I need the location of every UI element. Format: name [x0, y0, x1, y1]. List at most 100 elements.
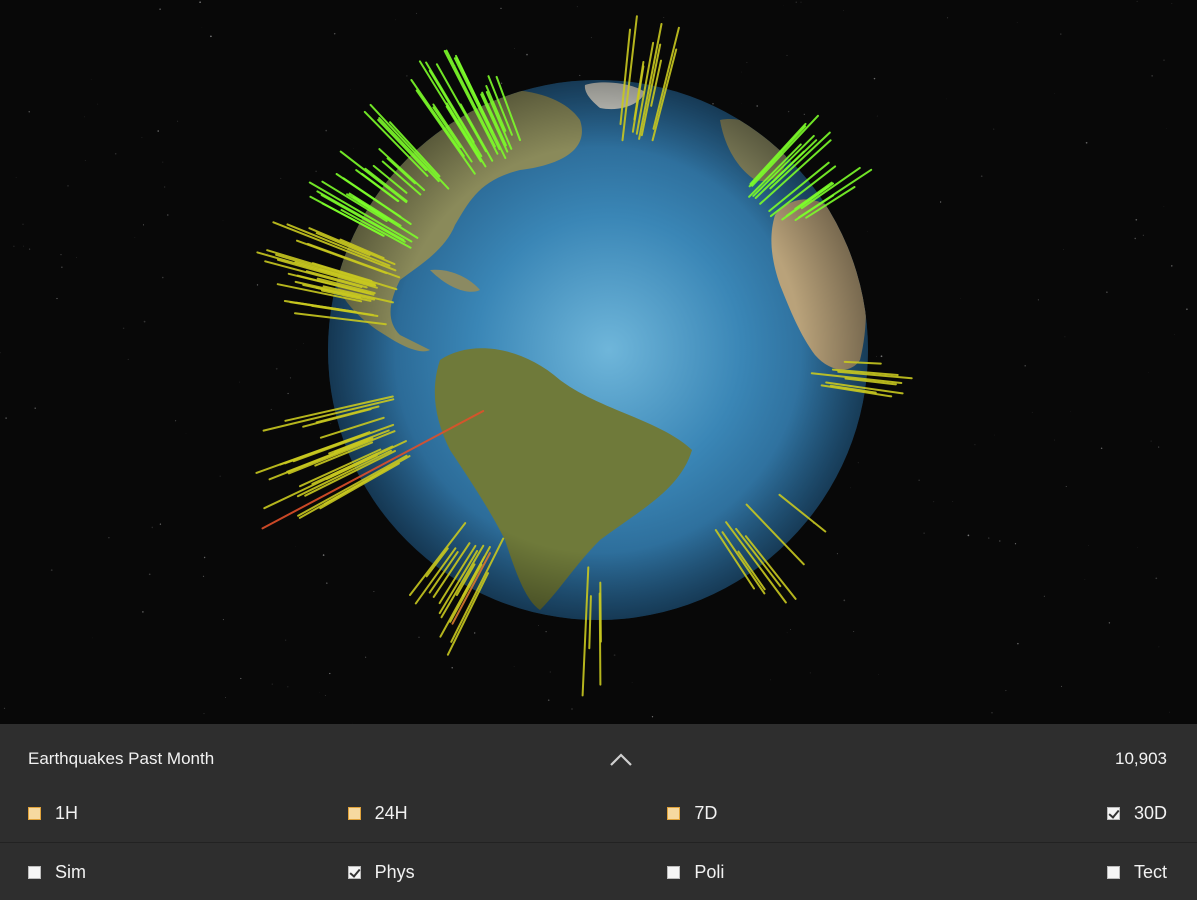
- filter-7d-label: 7D: [694, 802, 718, 823]
- layer-sim[interactable]: Sim: [28, 862, 208, 883]
- star: [974, 444, 976, 446]
- star: [296, 349, 298, 350]
- globe[interactable]: [328, 80, 868, 620]
- star: [1054, 93, 1055, 94]
- star: [576, 6, 578, 8]
- star: [1043, 595, 1045, 597]
- star: [800, 1, 802, 3]
- star: [175, 420, 177, 422]
- star: [350, 89, 351, 90]
- star: [857, 462, 859, 464]
- star: [853, 630, 855, 632]
- star: [157, 130, 159, 132]
- checkbox-7d[interactable]: [667, 806, 681, 820]
- star: [1166, 128, 1167, 129]
- star: [61, 266, 63, 268]
- star: [3, 707, 6, 710]
- star: [790, 629, 791, 630]
- star: [988, 537, 990, 539]
- star: [967, 534, 970, 537]
- star: [148, 573, 151, 576]
- layer-tect[interactable]: Tect: [987, 862, 1167, 883]
- star: [843, 10, 844, 11]
- star: [473, 632, 476, 634]
- star: [1158, 446, 1160, 448]
- checkbox-tect[interactable]: [1106, 865, 1120, 879]
- star: [285, 639, 287, 641]
- star: [1100, 447, 1103, 450]
- star: [923, 532, 925, 534]
- star: [322, 554, 325, 556]
- star: [1135, 218, 1138, 221]
- checkbox-phys[interactable]: [347, 865, 361, 879]
- star: [134, 237, 136, 238]
- checkbox-1h[interactable]: [28, 806, 41, 820]
- star: [1106, 291, 1108, 293]
- filter-7d[interactable]: 7D: [667, 803, 847, 824]
- checkbox-sim[interactable]: [28, 865, 41, 879]
- star: [1151, 75, 1153, 77]
- star: [980, 175, 983, 178]
- star: [239, 381, 240, 383]
- star: [84, 116, 85, 118]
- time-filter-row: 1H 24H 7D 30D: [0, 784, 1197, 842]
- layer-poli-label: Poli: [694, 861, 725, 882]
- star: [1017, 642, 1019, 645]
- star: [918, 479, 920, 481]
- filter-30d[interactable]: 30D: [987, 803, 1167, 824]
- star: [1150, 440, 1152, 442]
- star: [526, 53, 528, 56]
- star: [1037, 299, 1039, 301]
- star: [56, 297, 58, 300]
- star: [325, 129, 327, 132]
- star: [843, 599, 846, 602]
- star: [143, 224, 144, 226]
- control-panel: Earthquakes Past Month 10,903 1H 24H 7D …: [0, 724, 1197, 900]
- star: [373, 590, 375, 593]
- star: [590, 37, 592, 39]
- star: [127, 358, 129, 360]
- star: [1064, 336, 1066, 338]
- filter-24h[interactable]: 24H: [347, 803, 528, 824]
- layer-poli[interactable]: Poli: [667, 862, 847, 883]
- filter-1h[interactable]: 1H: [28, 803, 208, 824]
- star: [933, 501, 935, 503]
- star: [67, 185, 69, 187]
- star: [746, 62, 748, 63]
- star: [143, 320, 146, 323]
- star: [287, 392, 289, 395]
- star: [1136, 0, 1138, 2]
- star: [303, 343, 304, 344]
- star: [613, 654, 616, 656]
- star: [952, 501, 954, 502]
- checkbox-poli[interactable]: [667, 865, 681, 879]
- star: [114, 152, 117, 155]
- checkbox-24h[interactable]: [347, 806, 361, 820]
- divider: [0, 842, 1197, 843]
- star: [219, 475, 221, 477]
- star: [1060, 33, 1062, 35]
- star: [5, 417, 7, 419]
- star: [280, 177, 282, 179]
- star: [185, 432, 187, 434]
- star: [84, 160, 86, 161]
- star: [651, 716, 654, 718]
- star: [991, 712, 993, 714]
- star: [1070, 411, 1071, 412]
- globe-viewport[interactable]: [0, 0, 1197, 724]
- layer-phys-label: Phys: [374, 861, 415, 882]
- star: [256, 284, 259, 286]
- star: [50, 569, 53, 571]
- globe-canvas[interactable]: [0, 0, 1197, 724]
- star: [1171, 3, 1173, 4]
- star: [416, 12, 418, 14]
- star: [873, 77, 876, 80]
- star: [108, 536, 110, 539]
- chevron-up-icon[interactable]: [609, 750, 633, 768]
- star: [141, 137, 143, 139]
- star: [1084, 579, 1086, 580]
- layer-phys[interactable]: Phys: [347, 861, 528, 883]
- star: [23, 245, 24, 247]
- star: [514, 48, 515, 49]
- checkbox-30d[interactable]: [1106, 806, 1120, 820]
